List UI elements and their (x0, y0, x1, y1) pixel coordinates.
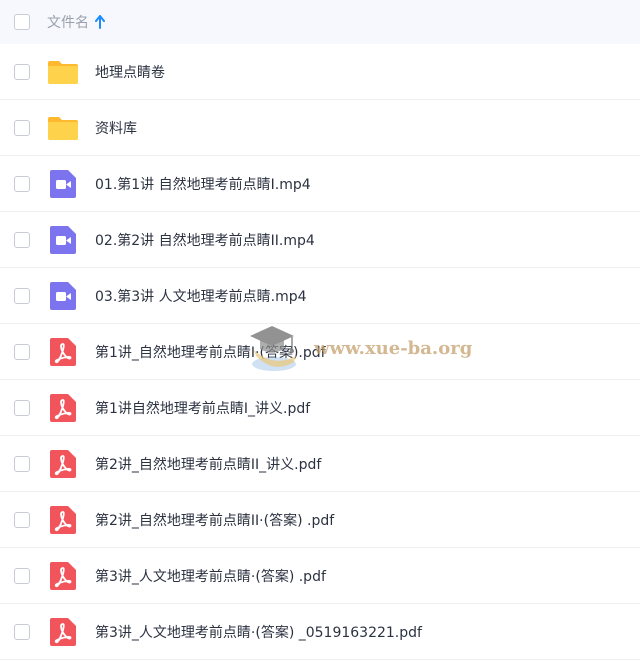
file-row[interactable]: 第1讲_自然地理考前点睛I·(答案).pdf (0, 324, 640, 380)
file-row[interactable]: 第3讲_人文地理考前点睛·(答案) .pdf (0, 548, 640, 604)
file-row[interactable]: 第2讲_自然地理考前点睛II·(答案) .pdf (0, 492, 640, 548)
file-name[interactable]: 第3讲_人文地理考前点睛·(答案) .pdf (95, 566, 326, 586)
pdf-icon (47, 336, 79, 368)
row-checkbox[interactable] (14, 64, 30, 80)
file-name[interactable]: 第1讲_自然地理考前点睛I·(答案).pdf (95, 342, 326, 362)
pdf-icon (47, 448, 79, 480)
folder-icon (47, 56, 79, 88)
file-name[interactable]: 第2讲_自然地理考前点睛II_讲义.pdf (95, 454, 321, 474)
file-list-header: 文件名 (0, 0, 640, 44)
file-row[interactable]: 03.第3讲 人文地理考前点睛.mp4 (0, 268, 640, 324)
row-checkbox[interactable] (14, 400, 30, 416)
column-header-filename: 文件名 (47, 15, 89, 31)
row-checkbox[interactable] (14, 512, 30, 528)
file-name[interactable]: 03.第3讲 人文地理考前点睛.mp4 (95, 286, 307, 306)
select-all-checkbox[interactable] (14, 14, 30, 30)
video-icon (47, 168, 79, 200)
file-name[interactable]: 01.第1讲 自然地理考前点睛I.mp4 (95, 174, 311, 194)
file-row[interactable]: 第1讲自然地理考前点睛I_讲义.pdf (0, 380, 640, 436)
file-name[interactable]: 02.第2讲 自然地理考前点睛II.mp4 (95, 230, 315, 250)
row-checkbox[interactable] (14, 624, 30, 640)
row-checkbox[interactable] (14, 232, 30, 248)
folder-icon (47, 112, 79, 144)
pdf-icon (47, 616, 79, 648)
file-row[interactable]: 资料库 (0, 100, 640, 156)
video-icon (47, 224, 79, 256)
file-row[interactable]: 02.第2讲 自然地理考前点睛II.mp4 (0, 212, 640, 268)
row-checkbox[interactable] (14, 456, 30, 472)
sort-by-filename[interactable]: 文件名 (47, 12, 105, 32)
pdf-icon (47, 560, 79, 592)
file-name[interactable]: 第1讲自然地理考前点睛I_讲义.pdf (95, 398, 310, 418)
pdf-icon (47, 504, 79, 536)
row-checkbox[interactable] (14, 120, 30, 136)
row-checkbox[interactable] (14, 288, 30, 304)
file-name[interactable]: 第3讲_人文地理考前点睛·(答案) _0519163221.pdf (95, 622, 422, 642)
row-checkbox[interactable] (14, 344, 30, 360)
file-name[interactable]: 资料库 (95, 118, 137, 138)
row-checkbox[interactable] (14, 568, 30, 584)
file-row[interactable]: 第3讲_人文地理考前点睛·(答案) _0519163221.pdf (0, 604, 640, 660)
file-row[interactable]: 第2讲_自然地理考前点睛II_讲义.pdf (0, 436, 640, 492)
arrow-up-icon (95, 15, 105, 29)
file-row[interactable]: 地理点睛卷 (0, 44, 640, 100)
file-name[interactable]: 第2讲_自然地理考前点睛II·(答案) .pdf (95, 510, 334, 530)
row-checkbox[interactable] (14, 176, 30, 192)
video-icon (47, 280, 79, 312)
pdf-icon (47, 392, 79, 424)
file-name[interactable]: 地理点睛卷 (95, 62, 165, 82)
file-list: 文件名 地理点睛卷资料库 01.第1讲 自然地理考前点睛I.mp4 02.第2讲 自… (0, 0, 640, 662)
file-row[interactable]: 01.第1讲 自然地理考前点睛I.mp4 (0, 156, 640, 212)
